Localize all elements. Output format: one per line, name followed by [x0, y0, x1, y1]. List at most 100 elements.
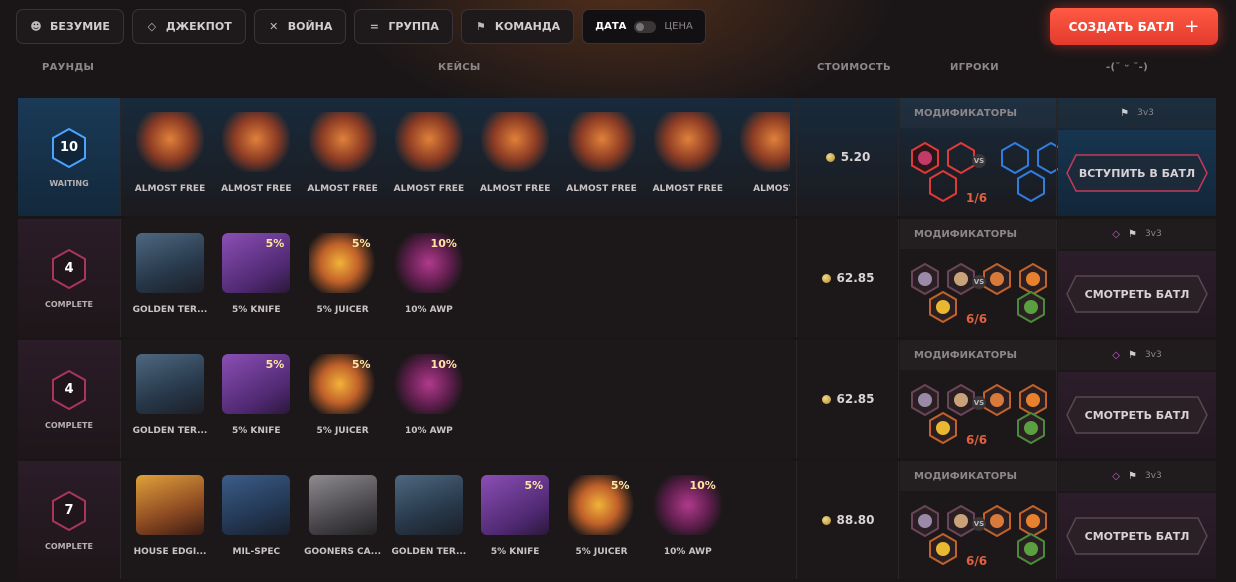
players-count: 6/6 — [966, 312, 988, 326]
filter-team-button[interactable]: ⚑ КОМАНДА — [460, 9, 575, 44]
case-item[interactable]: GOLDEN TER... — [130, 354, 210, 454]
case-item[interactable]: 5% 5% JUICER — [303, 354, 383, 454]
cost-value: 62.85 — [836, 271, 875, 285]
filter-madness-button[interactable]: ☻ БЕЗУМИЕ — [16, 9, 124, 44]
flag-icon: ⚑ — [1127, 470, 1137, 482]
player-avatar[interactable] — [982, 263, 1012, 295]
case-image — [136, 354, 204, 414]
case-image: 5% — [481, 475, 550, 535]
case-image — [308, 475, 377, 535]
filter-group-button[interactable]: = ГРУППА — [354, 9, 453, 44]
coin-icon — [821, 273, 831, 283]
rounds-count: 10 — [59, 140, 79, 155]
case-name: ALMOST FREE — [652, 184, 724, 194]
filter-war-button[interactable]: ✕ ВОЙНА — [253, 9, 347, 44]
view-battle-button[interactable]: СМОТРЕТЬ БАТЛ — [1066, 396, 1208, 434]
case-name: 10% AWP — [405, 426, 453, 436]
flag-icon: ⚑ — [1120, 107, 1130, 119]
case-name: 5% KNIFE — [490, 547, 540, 557]
modifiers-label: МОДИФИКАТОРЫ — [900, 340, 1056, 370]
case-item[interactable]: 5% 5% JUICER — [562, 475, 642, 575]
case-name: 5% JUICER — [575, 547, 628, 557]
case-item[interactable]: 10% 10% AWP — [389, 354, 469, 454]
filter-label: ДЖЕКПОТ — [165, 20, 232, 33]
battle-mode: ⚑ 3v3 — [1058, 98, 1216, 128]
case-item[interactable]: GOONERS CA... — [303, 475, 383, 575]
divider — [120, 461, 121, 579]
sort-toggle[interactable]: ДАТА ЦЕНА — [582, 9, 706, 44]
vs-badge: VS — [972, 275, 986, 289]
player-avatar[interactable] — [928, 412, 958, 444]
case-item[interactable]: 5% 5% KNIFE — [475, 475, 555, 575]
cost-value: 62.85 — [836, 392, 875, 406]
case-item[interactable]: MIL-SPEC — [216, 475, 296, 575]
player-avatar[interactable] — [1016, 533, 1046, 565]
battle-row[interactable]: 4 COMPLETE GOLDEN TER... 5% 5% KNIFE 5% … — [18, 219, 1216, 337]
case-item[interactable]: ALMOST FREE — [130, 112, 210, 212]
join-battle-button[interactable]: ВСТУПИТЬ В БАТЛ — [1066, 154, 1208, 192]
player-avatar[interactable] — [928, 533, 958, 565]
case-item[interactable]: ALMOST FREE — [648, 112, 728, 212]
battle-status: COMPLETE — [45, 299, 93, 309]
battle-row[interactable]: 10 WAITING ALMOST FREE ALMOST FREE ALMOS… — [18, 98, 1216, 216]
case-image — [481, 112, 550, 172]
create-battle-button[interactable]: СОЗДАТЬ БАТЛ + — [1050, 8, 1218, 45]
player-avatar[interactable] — [1016, 291, 1046, 323]
divider — [1056, 340, 1057, 458]
filter-jackpot-button[interactable]: ◇ ДЖЕКПОТ — [131, 9, 246, 44]
case-image — [222, 475, 291, 535]
create-battle-label: СОЗДАТЬ БАТЛ — [1068, 19, 1175, 34]
case-item[interactable]: HOUSE EDGI... — [130, 475, 210, 575]
player-avatar[interactable] — [1016, 170, 1046, 202]
case-image — [394, 475, 463, 535]
case-tag: 5% — [351, 358, 371, 371]
rounds-cell: 4 COMPLETE — [18, 340, 120, 458]
case-image — [222, 112, 291, 172]
players-grid: VS 6/6 — [900, 251, 1056, 337]
case-item[interactable]: 10% 10% AWP — [648, 475, 728, 575]
case-image: 10% — [653, 475, 722, 535]
view-battle-button[interactable]: СМОТРЕТЬ БАТЛ — [1066, 517, 1208, 555]
case-item[interactable]: 10% 10% AWP — [389, 233, 469, 333]
case-image: 10% — [394, 233, 463, 293]
case-item[interactable]: 5% 5% JUICER — [303, 233, 383, 333]
player-avatar[interactable] — [982, 384, 1012, 416]
case-item[interactable]: ALMOST FREE — [562, 112, 642, 212]
action-cell: ВСТУПИТЬ В БАТЛ — [1058, 130, 1216, 216]
player-avatar[interactable] — [928, 170, 958, 202]
players-count: 1/6 — [966, 191, 988, 205]
cases-strip: HOUSE EDGI... MIL-SPEC GOONERS CA... GOL… — [122, 461, 790, 579]
players-count: 6/6 — [966, 433, 988, 447]
player-avatar[interactable] — [928, 291, 958, 323]
case-item[interactable]: ALMOST — [734, 112, 790, 212]
cost-value: 88.80 — [836, 513, 875, 527]
case-item[interactable]: GOLDEN TER... — [389, 475, 469, 575]
case-image — [136, 112, 204, 172]
diamond-icon: ◇ — [147, 20, 157, 33]
players-grid: VS 1/6 — [900, 130, 1065, 216]
player-avatar[interactable] — [982, 505, 1012, 537]
battle-row[interactable]: 7 COMPLETE HOUSE EDGI... MIL-SPEC GOONER… — [18, 461, 1216, 579]
case-item[interactable]: 5% 5% KNIFE — [216, 233, 296, 333]
case-item[interactable]: ALMOST FREE — [389, 112, 469, 212]
header-rounds: РАУНДЫ — [42, 62, 95, 73]
action-cell: СМОТРЕТЬ БАТЛ — [1058, 251, 1216, 337]
toggle-switch[interactable] — [634, 20, 657, 33]
view-battle-button[interactable]: СМОТРЕТЬ БАТЛ — [1066, 275, 1208, 313]
coin-icon — [825, 152, 835, 162]
divider — [898, 340, 899, 458]
action-label: СМОТРЕТЬ БАТЛ — [1084, 529, 1190, 543]
case-tag: 5% — [610, 479, 630, 492]
case-item[interactable]: 5% 5% KNIFE — [216, 354, 296, 454]
case-item[interactable]: ALMOST FREE — [303, 112, 383, 212]
coin-icon — [821, 394, 831, 404]
case-item[interactable]: ALMOST FREE — [216, 112, 296, 212]
case-image — [653, 112, 722, 172]
case-item[interactable]: GOLDEN TER... — [130, 233, 210, 333]
header-cost: СТОИМОСТЬ — [817, 62, 891, 73]
battle-cost: 5.20 — [798, 98, 898, 216]
battle-row[interactable]: 4 COMPLETE GOLDEN TER... 5% 5% KNIFE 5% … — [18, 340, 1216, 458]
case-item[interactable]: ALMOST FREE — [475, 112, 555, 212]
player-avatar[interactable] — [1016, 412, 1046, 444]
sort-date-label: ДАТА — [595, 21, 627, 32]
